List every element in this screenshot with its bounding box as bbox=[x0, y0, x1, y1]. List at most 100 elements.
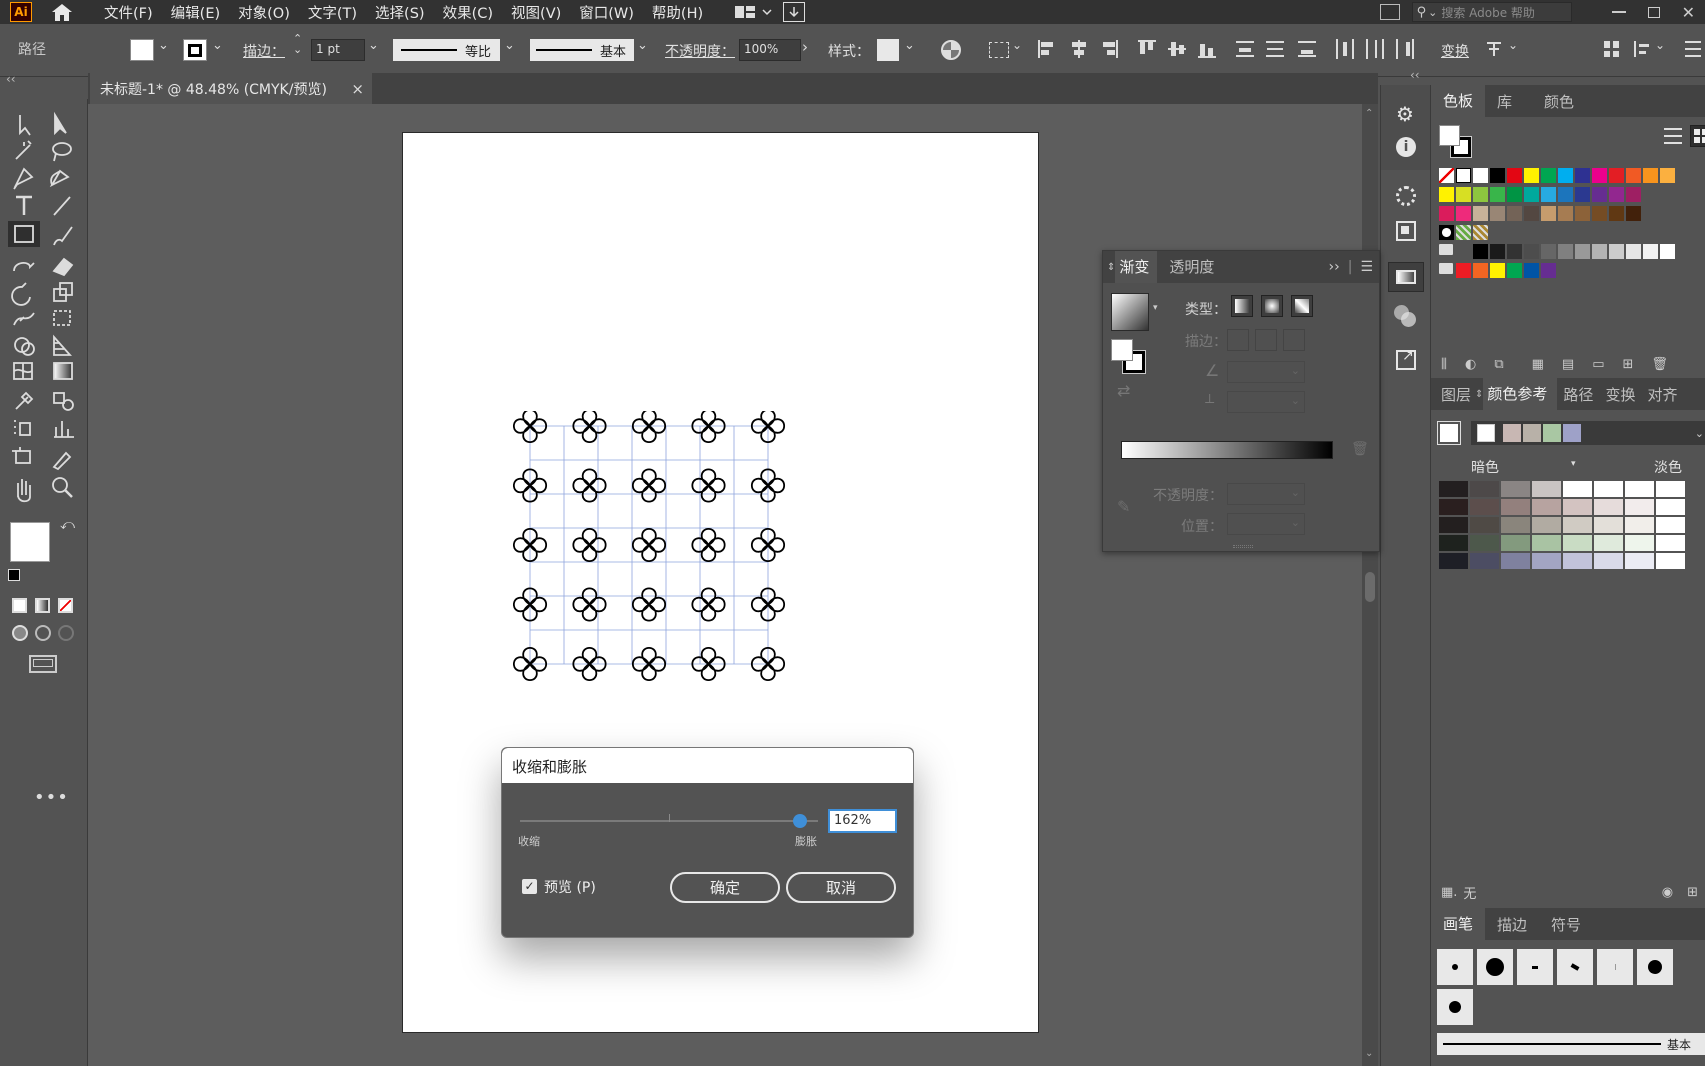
menu-effect[interactable]: 效果(C) bbox=[443, 2, 493, 23]
color-variation-cell[interactable] bbox=[1439, 481, 1468, 497]
color-variation-grid[interactable] bbox=[1439, 481, 1705, 571]
swatch-library-icon[interactable]: ⫼ bbox=[1441, 357, 1447, 372]
color-group-icon[interactable]: ▦ bbox=[1532, 357, 1544, 372]
color-variation-cell[interactable] bbox=[1625, 481, 1654, 497]
swatch[interactable] bbox=[1456, 187, 1471, 202]
stroke-label[interactable]: 描边： bbox=[243, 41, 285, 61]
menu-object[interactable]: 对象(O) bbox=[238, 2, 290, 23]
swatch[interactable] bbox=[1609, 187, 1624, 202]
swatch[interactable] bbox=[1507, 244, 1522, 259]
swatch[interactable] bbox=[1507, 187, 1522, 202]
color-variation-cell[interactable] bbox=[1563, 481, 1592, 497]
color-variation-cell[interactable] bbox=[1501, 517, 1530, 533]
menu-file[interactable]: 文件(F) bbox=[104, 2, 153, 23]
align-top-icon[interactable] bbox=[1138, 40, 1156, 58]
color-variation-cell[interactable] bbox=[1594, 553, 1623, 569]
swatch[interactable] bbox=[1524, 244, 1539, 259]
distribute-hcenter-icon[interactable] bbox=[1366, 39, 1384, 59]
stroke-weight-dropdown[interactable]: ⌄ bbox=[368, 38, 379, 53]
color-variation-cell[interactable] bbox=[1563, 517, 1592, 533]
color-variation-cell[interactable] bbox=[1656, 499, 1685, 515]
variable-width-profile[interactable]: 等比 bbox=[393, 39, 500, 61]
flower-pattern-artwork[interactable] bbox=[513, 411, 813, 701]
selection-tool-icon[interactable] bbox=[19, 115, 31, 136]
swatch[interactable] bbox=[1558, 168, 1573, 183]
distribute-top-icon[interactable] bbox=[1236, 41, 1254, 57]
swatch[interactable] bbox=[1643, 244, 1658, 259]
collapse-toolbar-icon[interactable]: ‹‹ bbox=[6, 72, 16, 86]
brush-basic-row[interactable]: 基本 bbox=[1437, 1033, 1705, 1055]
save-color-group-icon[interactable]: ⊞ bbox=[1687, 885, 1698, 900]
draw-inside-icon[interactable] bbox=[58, 625, 74, 641]
color-variation-cell[interactable] bbox=[1501, 499, 1530, 515]
tab-gradient[interactable]: 渐变 bbox=[1115, 251, 1158, 283]
gradient-preview-swatch[interactable] bbox=[1111, 293, 1149, 331]
minimize-icon[interactable] bbox=[1611, 11, 1626, 13]
isolate-dropdown[interactable]: ⌄ bbox=[1508, 38, 1518, 52]
ok-button[interactable]: 确定 bbox=[670, 872, 780, 903]
swatch[interactable] bbox=[1592, 206, 1607, 221]
color-variation-cell[interactable] bbox=[1532, 553, 1561, 569]
swatch[interactable] bbox=[1592, 187, 1607, 202]
swatch[interactable] bbox=[1490, 168, 1505, 183]
preview-label[interactable]: 预览 (P) bbox=[544, 877, 596, 897]
free-transform-tool-icon[interactable] bbox=[53, 310, 71, 326]
swatch[interactable] bbox=[1541, 187, 1556, 202]
harmony-color[interactable] bbox=[1563, 424, 1581, 442]
color-variation-cell[interactable] bbox=[1594, 499, 1623, 515]
swatch[interactable] bbox=[1609, 244, 1624, 259]
swatch[interactable] bbox=[1626, 168, 1641, 183]
color-variation-cell[interactable] bbox=[1532, 499, 1561, 515]
vertical-scrollbar[interactable]: ⌃ ⌄ bbox=[1362, 104, 1378, 1066]
align-bottom-icon[interactable] bbox=[1198, 40, 1216, 58]
fill-stroke-mini[interactable] bbox=[1111, 339, 1147, 375]
menu-edit[interactable]: 编辑(E) bbox=[171, 2, 220, 23]
options-dropdown[interactable]: ⌄ bbox=[1655, 38, 1665, 52]
send-icon[interactable] bbox=[783, 2, 806, 22]
swatch[interactable] bbox=[1592, 168, 1607, 183]
color-variation-cell[interactable] bbox=[1470, 553, 1499, 569]
distribute-right-icon[interactable] bbox=[1396, 39, 1414, 59]
align-to-icon[interactable] bbox=[989, 42, 1009, 58]
harmony-color[interactable] bbox=[1503, 424, 1521, 442]
symbol-sprayer-tool-icon[interactable] bbox=[14, 420, 31, 436]
pen-tool-icon[interactable] bbox=[13, 167, 34, 190]
swatch[interactable] bbox=[1473, 206, 1488, 221]
color-variation-cell[interactable] bbox=[1470, 517, 1499, 533]
line-tool-icon[interactable] bbox=[53, 196, 71, 216]
show-swatch-kinds-icon[interactable]: ◐ bbox=[1465, 357, 1476, 372]
info-icon[interactable]: i bbox=[1396, 137, 1416, 157]
swatch[interactable] bbox=[1490, 244, 1505, 259]
color-variation-cell[interactable] bbox=[1625, 517, 1654, 533]
freeform-gradient-button[interactable] bbox=[1291, 295, 1313, 317]
swatch[interactable] bbox=[1524, 206, 1539, 221]
swatch-options-icon[interactable]: ⧉ bbox=[1494, 357, 1503, 372]
default-fill-stroke-icon[interactable] bbox=[8, 569, 20, 581]
external-link-icon[interactable]: ↗ bbox=[1396, 348, 1416, 370]
color-variation-cell[interactable] bbox=[1439, 517, 1468, 533]
color-variation-cell[interactable] bbox=[1470, 481, 1499, 497]
color-variation-cell[interactable] bbox=[1439, 553, 1468, 569]
hand-tool-icon[interactable] bbox=[17, 479, 31, 503]
app-logo[interactable]: Ai bbox=[10, 2, 32, 22]
swatch[interactable] bbox=[1456, 263, 1471, 278]
swatch-fill-stroke[interactable] bbox=[1439, 125, 1475, 161]
swatch-registration[interactable] bbox=[1456, 168, 1471, 183]
color-variation-cell[interactable] bbox=[1625, 535, 1654, 551]
color-variation-cell[interactable] bbox=[1439, 535, 1468, 551]
color-variation-cell[interactable] bbox=[1470, 499, 1499, 515]
artboard-tool-icon[interactable] bbox=[12, 447, 31, 464]
stroke-stepper-icon[interactable]: ⌃ ⌄ bbox=[293, 33, 302, 55]
swatch[interactable] bbox=[1490, 206, 1505, 221]
amount-input[interactable]: 162% bbox=[828, 809, 897, 833]
harmony-color[interactable] bbox=[1523, 424, 1541, 442]
curvature-tool-icon[interactable] bbox=[49, 169, 70, 188]
graphic-style-swatch[interactable] bbox=[877, 39, 899, 61]
cancel-button[interactable]: 取消 bbox=[786, 872, 896, 903]
linear-gradient-button[interactable] bbox=[1231, 295, 1253, 317]
color-variation-cell[interactable] bbox=[1594, 517, 1623, 533]
swatch[interactable] bbox=[1575, 168, 1590, 183]
swatch[interactable] bbox=[1439, 187, 1454, 202]
fill-dropdown-icon[interactable]: ⌄ bbox=[158, 38, 169, 53]
color-variation-cell[interactable] bbox=[1563, 535, 1592, 551]
